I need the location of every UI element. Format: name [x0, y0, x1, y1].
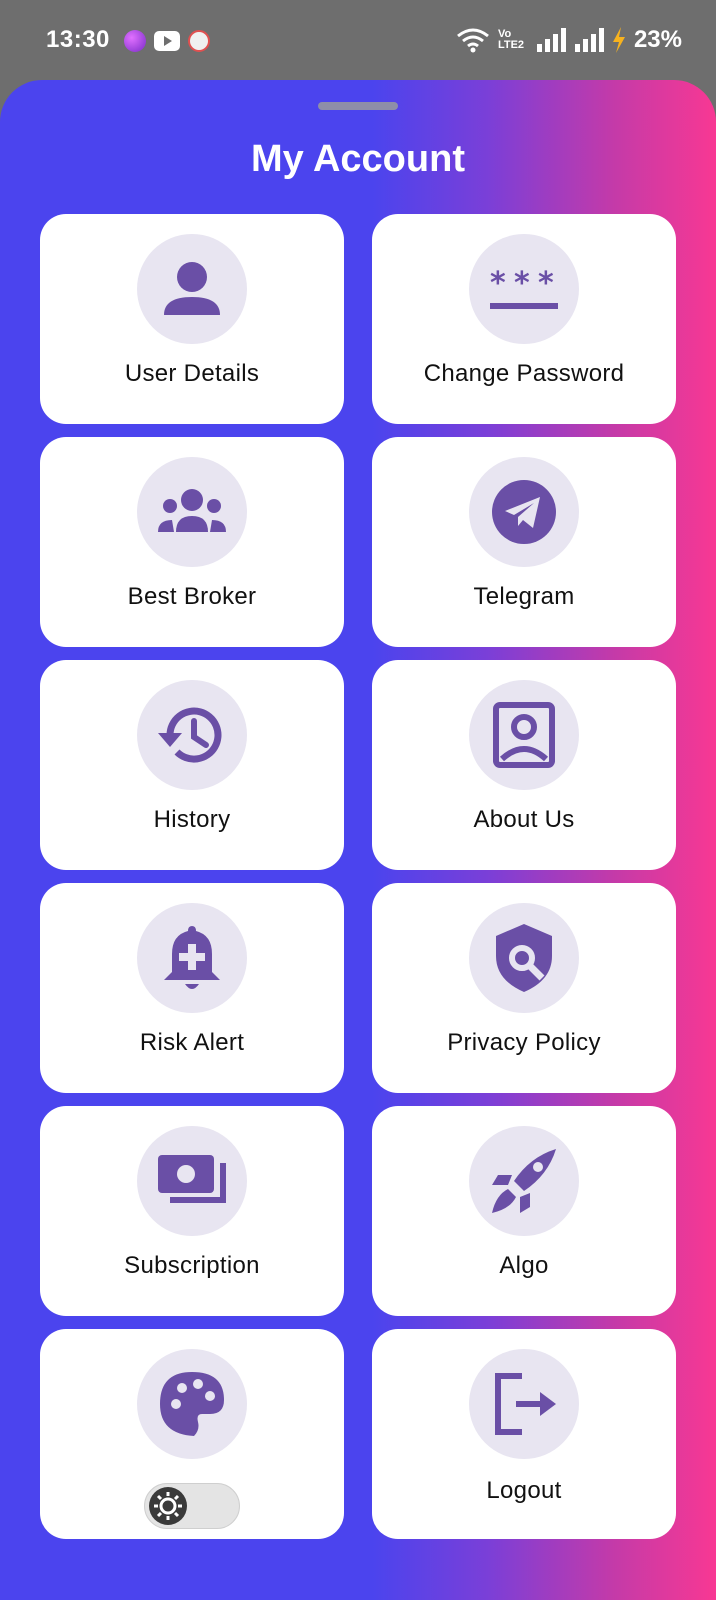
card-label: User Details — [124, 360, 260, 387]
user-details-button[interactable]: User Details — [40, 214, 344, 424]
telegram-icon — [469, 457, 579, 567]
palette-icon — [137, 1349, 247, 1459]
account-sheet: My Account User Details * * * Change Passw… — [0, 80, 716, 1600]
youtube-icon — [154, 31, 180, 51]
battery-level: 23% — [633, 26, 682, 53]
app-badge-icon — [188, 30, 210, 52]
risk-alert-button[interactable]: Risk Alert — [40, 883, 344, 1093]
page-title: My Account — [251, 138, 465, 180]
status-indicators: Vo LTE2 23% — [456, 26, 682, 54]
card-label: Change Password — [423, 360, 625, 387]
signal-icon-2 — [574, 28, 604, 52]
password-icon: * * * — [469, 234, 579, 344]
about-us-button[interactable]: About Us — [372, 660, 676, 870]
privacy-policy-button[interactable]: Privacy Policy — [372, 883, 676, 1093]
change-password-button[interactable]: * * * Change Password — [372, 214, 676, 424]
card-label: Telegram — [473, 583, 575, 610]
card-label: Logout — [486, 1477, 562, 1504]
theme-toggle[interactable] — [144, 1483, 240, 1529]
sun-icon — [149, 1487, 187, 1525]
svg-text:*: * — [490, 266, 506, 301]
person-icon — [137, 234, 247, 344]
history-icon — [137, 680, 247, 790]
history-button[interactable]: History — [40, 660, 344, 870]
signal-icon — [536, 28, 566, 52]
payments-icon — [137, 1126, 247, 1236]
status-time: 13:30 — [46, 26, 110, 53]
card-label: Privacy Policy — [447, 1029, 601, 1056]
rocket-icon — [469, 1126, 579, 1236]
contact-portrait-icon — [469, 680, 579, 790]
wifi-icon — [457, 28, 489, 53]
status-app-icons — [124, 30, 210, 52]
best-broker-button[interactable]: Best Broker — [40, 437, 344, 647]
card-label: Subscription — [124, 1252, 260, 1279]
card-label: Algo — [499, 1252, 549, 1279]
notification-add-icon — [137, 903, 247, 1013]
svg-text:*: * — [514, 266, 530, 301]
card-label: Risk Alert — [139, 1029, 245, 1056]
telegram-button[interactable]: Telegram — [372, 437, 676, 647]
card-label: History — [153, 806, 231, 833]
network-type: Vo LTE2 — [497, 28, 525, 51]
logout-icon — [469, 1349, 579, 1459]
status-bar: 13:30 Vo LTE2 23% — [0, 0, 716, 82]
svg-text:*: * — [538, 266, 554, 301]
drag-handle[interactable] — [318, 102, 398, 110]
shield-search-icon — [469, 903, 579, 1013]
theme-card[interactable] — [40, 1329, 344, 1539]
card-label: About Us — [473, 806, 575, 833]
algo-button[interactable]: Algo — [372, 1106, 676, 1316]
group-icon — [137, 457, 247, 567]
logout-button[interactable]: Logout — [372, 1329, 676, 1539]
charging-icon — [612, 27, 625, 53]
subscription-button[interactable]: Subscription — [40, 1106, 344, 1316]
card-label: Best Broker — [127, 583, 257, 610]
app-notification-icon — [124, 30, 146, 52]
